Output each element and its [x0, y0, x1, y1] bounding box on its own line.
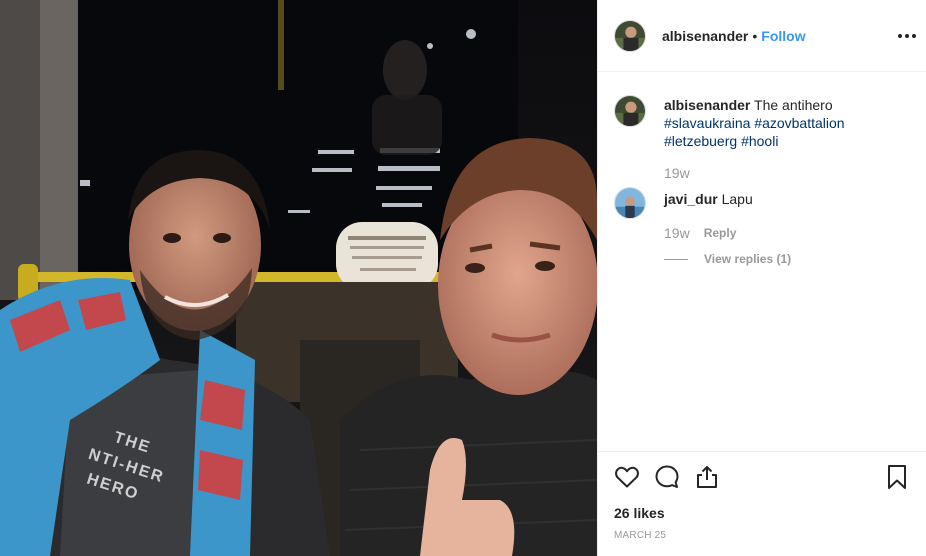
caption-body: albisenander The antihero #slavaukraina …: [664, 96, 910, 182]
share-icon[interactable]: [694, 464, 720, 490]
more-dot: [905, 34, 909, 38]
commenter-avatar[interactable]: [614, 187, 646, 219]
comments-section: albisenander The antihero #slavaukraina …: [614, 95, 910, 268]
more-dot: [912, 34, 916, 38]
author-avatar-image: [615, 20, 645, 51]
post-header: albisenander • Follow: [598, 0, 926, 72]
post-photo[interactable]: THE NTI-HER HERO: [0, 0, 597, 556]
comment-bubble-icon[interactable]: [654, 464, 680, 490]
header-separator: •: [752, 27, 758, 44]
comment-item: javi_dur Lapu 19w Reply View replies (1): [614, 187, 910, 268]
comment-age[interactable]: 19w: [664, 224, 690, 242]
caption-avatar-image: [615, 96, 645, 126]
comment-text: Lapu: [721, 191, 753, 207]
reply-button[interactable]: Reply: [704, 224, 737, 242]
hashtag-link[interactable]: #slavaukraina: [664, 115, 750, 131]
view-replies-label: View replies (1): [704, 252, 792, 266]
author-avatar[interactable]: [614, 19, 646, 52]
hashtag-link[interactable]: #letzebuerg: [664, 133, 737, 149]
caption-avatar[interactable]: [614, 95, 646, 127]
post-actions: 26 likes MARCH 25: [598, 451, 926, 556]
comment-username[interactable]: javi_dur: [664, 191, 718, 207]
post-photo-image: THE NTI-HER HERO: [0, 0, 597, 556]
hashtag-link[interactable]: #azovbattalion: [754, 115, 844, 131]
author-username[interactable]: albisenander: [662, 28, 748, 44]
comment-text-block: javi_dur Lapu: [664, 190, 910, 208]
action-row: [614, 462, 910, 492]
caption-text: The antihero: [754, 97, 833, 113]
comment-body: javi_dur Lapu 19w Reply View replies (1): [664, 188, 910, 268]
post-date[interactable]: MARCH 25: [614, 530, 910, 541]
post-details-panel: albisenander • Follow albisenander The a…: [597, 0, 926, 556]
heart-icon[interactable]: [614, 464, 640, 490]
caption: albisenander The antihero #slavaukraina …: [614, 95, 910, 182]
caption-age[interactable]: 19w: [664, 164, 690, 182]
caption-username[interactable]: albisenander: [664, 97, 750, 113]
hashtag-link[interactable]: #hooli: [741, 133, 778, 149]
follow-button[interactable]: Follow: [761, 28, 805, 44]
comment-meta: 19w Reply: [664, 224, 910, 242]
more-dot: [898, 34, 902, 38]
more-options-icon[interactable]: [898, 27, 916, 45]
caption-meta: 19w: [664, 164, 910, 182]
view-replies-line: [664, 258, 688, 260]
caption-text-block: albisenander The antihero #slavaukraina …: [664, 96, 910, 150]
bookmark-icon[interactable]: [884, 464, 910, 490]
commenter-avatar-image: [615, 188, 645, 218]
view-replies-button[interactable]: View replies (1): [664, 250, 910, 268]
likes-count[interactable]: 26 likes: [614, 505, 910, 521]
